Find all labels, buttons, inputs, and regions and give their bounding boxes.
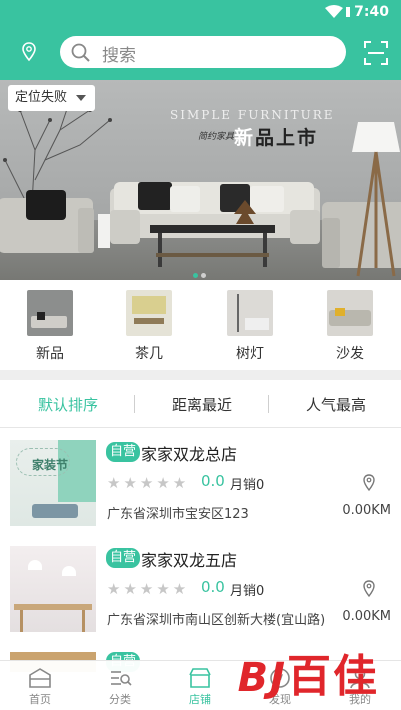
rating-stars: ★★★★★ <box>107 580 190 598</box>
pagination-dot <box>193 273 198 278</box>
dropdown-arrow-icon <box>76 95 87 101</box>
self-operated-badge: 自营 <box>106 442 141 462</box>
nav-home[interactable]: 首页 <box>10 665 70 707</box>
category-item-sofa[interactable]: 沙发 <box>320 290 380 363</box>
category-strip: 新品 茶几 树灯 沙发 <box>0 280 401 370</box>
floor-lamp-image <box>352 122 400 277</box>
category-item-tree-lamp[interactable]: 树灯 <box>220 290 280 363</box>
category-item-new[interactable]: 新品 <box>20 290 80 363</box>
shop-distance: 0.00KM <box>342 609 391 624</box>
category-label: 树灯 <box>236 346 264 362</box>
search-placeholder: 搜索 <box>102 46 136 66</box>
vase-image <box>98 214 110 248</box>
monthly-sales: 月销0 <box>230 584 265 599</box>
shop-list-item[interactable]: 自营 家家双龙五店 ★★★★★ 0.0 月销0 广东省深圳市南山区创新大楼(宜山… <box>0 536 401 644</box>
pagination-dot <box>201 273 206 278</box>
tab-separator <box>268 395 269 413</box>
tree-ornament <box>234 200 256 224</box>
shop-distance: 0.00KM <box>342 503 391 518</box>
home-icon <box>29 668 51 688</box>
category-item-tea-table[interactable]: 茶几 <box>119 290 179 363</box>
shop-address: 广东省深圳市南山区创新大楼(宜山路) <box>107 613 326 628</box>
status-time: 7:40 <box>354 4 389 20</box>
shop-name: 家家双龙五店 <box>141 551 238 570</box>
category-label: 茶几 <box>135 346 163 362</box>
shop-list-item[interactable]: 家装节 自营 家家双龙总店 ★★★★★ 0.0 月销0 广东省深圳市宝安区123… <box>0 430 401 538</box>
location-selector[interactable]: 定位失败 <box>8 85 96 111</box>
tab-most-popular[interactable]: 人气最高 <box>306 394 366 415</box>
category-thumb <box>327 290 373 336</box>
nav-label: 分类 <box>109 693 131 706</box>
shop-name: 家家双龙总店 <box>141 445 238 464</box>
rating-value: 0.0 <box>201 472 225 490</box>
watermark-logo: BJ百佳 <box>238 640 379 704</box>
watermark-mark: BJ <box>237 655 287 701</box>
coffee-table-image <box>150 225 275 267</box>
nav-label: 首页 <box>29 693 51 706</box>
tab-nearest[interactable]: 距离最近 <box>172 394 232 415</box>
banner-brand-cn: 简约家具 <box>198 132 235 142</box>
status-bar: 7:40 <box>0 0 401 26</box>
banner-headline: 新品上市 <box>234 123 318 150</box>
sort-tabs: 默认排序 距离最近 人气最高 <box>0 380 401 428</box>
location-pin-icon[interactable] <box>18 40 40 64</box>
location-pin-icon <box>363 580 375 598</box>
shop-image-text: 家装节 <box>32 458 69 472</box>
shop-image <box>10 546 96 632</box>
wifi-icon <box>325 5 343 18</box>
category-icon <box>111 671 132 686</box>
tab-separator <box>134 395 135 413</box>
promo-banner[interactable]: 定位失败 SIMPLE FURNITURE 简约家具 新品上市 <box>0 80 401 280</box>
category-thumb <box>227 290 273 336</box>
store-icon <box>189 668 211 688</box>
search-input[interactable]: 搜索 <box>60 36 346 68</box>
watermark-text: 百佳 <box>287 651 379 702</box>
category-thumb <box>126 290 172 336</box>
location-status-label: 定位失败 <box>15 90 68 105</box>
banner-headline-new: 新 <box>234 127 256 149</box>
scan-icon[interactable] <box>363 40 389 66</box>
category-label: 新品 <box>36 346 64 362</box>
section-divider <box>0 370 401 380</box>
category-thumb <box>27 290 73 336</box>
rating-value: 0.0 <box>201 578 225 596</box>
shop-address: 广东省深圳市宝安区123 <box>107 507 249 522</box>
banner-headline-rest: 品上市 <box>255 127 319 149</box>
category-label: 沙发 <box>336 346 364 362</box>
signal-icon <box>346 7 350 17</box>
location-pin-icon <box>363 474 375 492</box>
armchair-image <box>0 190 94 253</box>
app-header: 7:40 搜索 <box>0 0 401 80</box>
search-icon <box>71 43 90 62</box>
rating-stars: ★★★★★ <box>107 474 190 492</box>
banner-brand-en: SIMPLE FURNITURE <box>170 108 335 122</box>
nav-store[interactable]: 店铺 <box>170 665 230 707</box>
shop-image: 家装节 <box>10 440 96 526</box>
self-operated-badge: 自营 <box>106 548 141 568</box>
monthly-sales: 月销0 <box>230 478 265 493</box>
nav-category[interactable]: 分类 <box>90 665 150 707</box>
tab-default-sort[interactable]: 默认排序 <box>38 394 98 415</box>
nav-label: 店铺 <box>189 693 211 706</box>
